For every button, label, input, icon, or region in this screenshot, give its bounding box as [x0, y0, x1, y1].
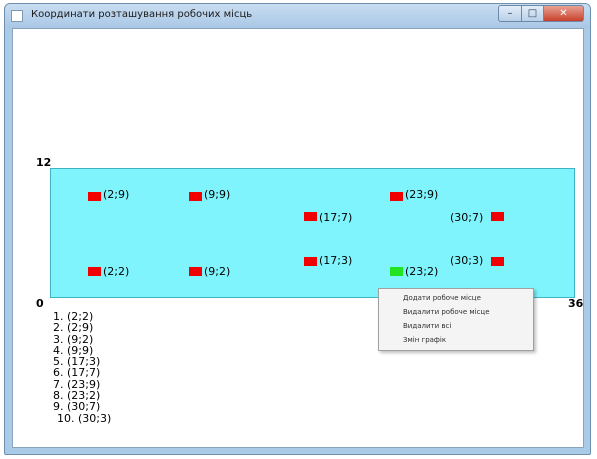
desk-marker[interactable] — [491, 257, 504, 266]
desk-marker-selected[interactable] — [390, 267, 403, 276]
close-button[interactable]: ✕ — [544, 5, 584, 22]
client-area: 12 0 36 (2;9) (9;9) (23;9) (17;7) (30;7)… — [12, 28, 584, 448]
desk-coord-label: (9;2) — [204, 265, 231, 278]
desk-coord-label: (2;2) — [103, 265, 130, 278]
desk-coord-label: (17;7) — [319, 211, 353, 224]
menu-item-add-desk[interactable]: Додати робоче місце — [379, 291, 533, 305]
desk-coord-label: (17;3) — [319, 254, 353, 267]
room-area[interactable]: (2;9) (9;9) (23;9) (17;7) (30;7) (2;2) (… — [50, 168, 575, 298]
main-window: Координати розташування робочих місць – … — [4, 3, 591, 455]
desk-coord-label: (2;9) — [103, 188, 130, 201]
desk-marker[interactable] — [189, 267, 202, 276]
menu-item-delete-desk[interactable]: Видалити робоче місце — [379, 305, 533, 319]
list-item: 2. (2;9) — [53, 321, 94, 335]
minimize-button[interactable]: – — [498, 5, 522, 22]
menu-item-change-graph[interactable]: Змін графік — [379, 333, 533, 347]
desk-coord-label: (30;7) — [450, 211, 484, 224]
origin-label: 0 — [36, 297, 44, 310]
app-icon — [11, 10, 23, 22]
desk-marker[interactable] — [390, 192, 403, 201]
desk-marker[interactable] — [304, 212, 317, 221]
desk-marker[interactable] — [88, 192, 101, 201]
x-max-label: 36 — [568, 297, 584, 310]
desk-coord-label: (9;9) — [204, 188, 231, 201]
desk-coord-label: (23;2) — [405, 265, 439, 278]
desk-coord-label: (23;9) — [405, 188, 439, 201]
title-bar[interactable]: Координати розташування робочих місць – … — [5, 4, 590, 28]
desk-marker[interactable] — [88, 267, 101, 276]
menu-item-delete-all[interactable]: Видалити всі — [379, 319, 533, 333]
list-item: 10. (30;3) — [57, 411, 112, 425]
caption-buttons: – □ ✕ — [498, 5, 584, 23]
window-title: Координати розташування робочих місць — [31, 9, 253, 20]
maximize-button[interactable]: □ — [522, 5, 544, 22]
desk-marker[interactable] — [304, 257, 317, 266]
desk-list: 1. (2;2) 2. (2;9) 3. (9;2) 4. (9;9) 5. (… — [53, 311, 111, 424]
desk-marker[interactable] — [189, 192, 202, 201]
context-menu: Додати робоче місце Видалити робоче місц… — [378, 288, 534, 351]
desk-coord-label: (30;3) — [450, 254, 484, 267]
desk-marker[interactable] — [491, 212, 504, 221]
list-item: 9. (30;7) — [53, 400, 101, 414]
